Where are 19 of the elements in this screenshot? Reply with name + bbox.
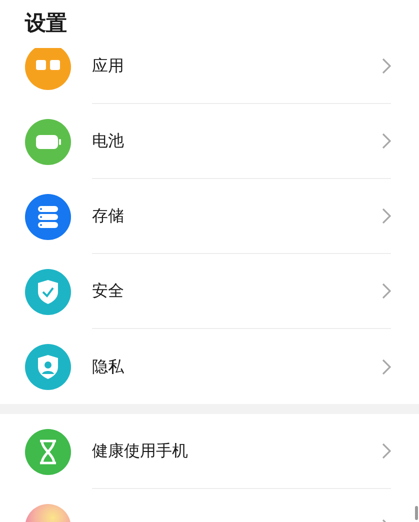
item-label[interactable]: 电池 bbox=[92, 131, 124, 150]
page-title: 设置 bbox=[25, 10, 67, 38]
item-label[interactable]: 存储 bbox=[92, 206, 124, 225]
hourglass-icon bbox=[25, 428, 71, 474]
chevron-right-icon bbox=[382, 133, 391, 149]
chevron-right-icon bbox=[382, 283, 391, 299]
shield-person-icon bbox=[25, 344, 71, 390]
scrollbar bbox=[415, 506, 418, 520]
storage-icon bbox=[25, 194, 71, 240]
item-label[interactable]: 安全 bbox=[92, 281, 124, 300]
item-label[interactable]: 隐私 bbox=[92, 356, 124, 376]
shield-check-icon bbox=[25, 268, 71, 314]
chevron-right-icon bbox=[382, 208, 391, 224]
item-label[interactable]: 健康使用手机 bbox=[92, 441, 188, 460]
chevron-right-icon bbox=[382, 358, 391, 374]
chevron-right-icon bbox=[382, 443, 391, 459]
chevron-right-icon bbox=[382, 58, 391, 74]
item-label[interactable]: 应用 bbox=[92, 56, 124, 75]
battery-icon bbox=[25, 118, 71, 164]
